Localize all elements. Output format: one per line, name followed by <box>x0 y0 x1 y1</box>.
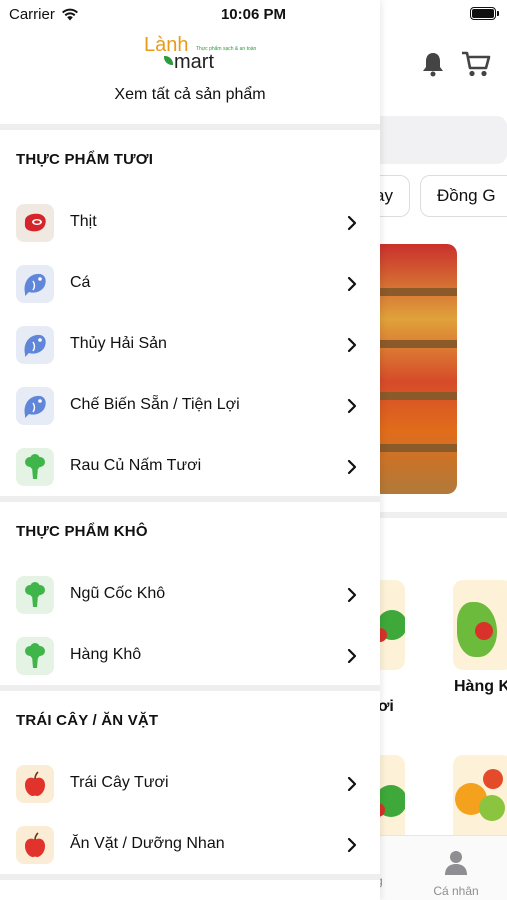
bell-icon[interactable] <box>421 51 445 77</box>
category-item-label: Trái Cây Tươi <box>70 774 169 791</box>
section-divider <box>0 685 380 691</box>
meat-icon <box>16 204 54 242</box>
category-item-seafood[interactable]: Thủy Hải Sản <box>0 318 380 372</box>
section-divider <box>0 496 380 502</box>
person-icon <box>445 851 467 875</box>
category-item-fresh-fruit[interactable]: Trái Cây Tươi <box>0 757 380 811</box>
header-actions <box>421 50 491 78</box>
category-drawer: Lành Thực phẩm sạch & an toàn mart Xem t… <box>0 0 380 900</box>
category-item-dry-grains[interactable]: Ngũ Cốc Khô <box>0 568 380 622</box>
category-item-snacks[interactable]: Ăn Vặt / Dưỡng Nhan <box>0 818 380 872</box>
section-title-fresh-food: THỰC PHẨM TƯƠI <box>16 151 154 168</box>
status-bar: Carrier 10:06 PM <box>0 0 507 30</box>
broccoli-icon <box>16 576 54 614</box>
view-all-products-link[interactable]: Xem tất cả sản phẩm <box>0 86 380 104</box>
category-item-label: Chế Biến Sẵn / Tiện Lợi <box>70 396 240 413</box>
chevron-right-icon <box>347 587 357 603</box>
chevron-right-icon <box>347 398 357 414</box>
category-item-dry-goods[interactable]: Hàng Khô <box>0 629 380 683</box>
cart-icon[interactable] <box>461 50 491 78</box>
apple-icon <box>16 826 54 864</box>
category-item-vegetables[interactable]: Rau Củ Nấm Tươi <box>0 440 380 494</box>
leaf-icon <box>164 56 173 65</box>
chevron-right-icon <box>347 459 357 475</box>
chevron-right-icon <box>347 276 357 292</box>
category-item-label: Hàng Khô <box>70 646 142 663</box>
chevron-right-icon <box>347 837 357 853</box>
category-item-label: Ngũ Cốc Khô <box>70 585 166 602</box>
status-time: 10:06 PM <box>220 6 287 23</box>
chevron-right-icon <box>347 215 357 231</box>
category-tile-label: ơi <box>378 698 394 715</box>
category-tile-image[interactable] <box>453 755 507 845</box>
battery-icon <box>470 7 499 20</box>
section-title-fruit-snacks: TRÁI CÂY / ĂN VẶT <box>16 712 159 729</box>
fish-icon <box>16 265 54 303</box>
category-item-label: Rau Củ Nấm Tươi <box>70 457 202 474</box>
tab-profile[interactable]: Cá nhân <box>426 850 486 898</box>
lanh-mart-logo: Lành Thực phẩm sạch & an toàn mart <box>142 34 256 73</box>
category-item-label: Cá <box>70 274 91 291</box>
category-item-label: Thịt <box>70 213 97 230</box>
category-item-meat[interactable]: Thịt <box>0 196 380 250</box>
category-chip[interactable]: Đồng G <box>420 175 507 217</box>
apple-icon <box>16 765 54 803</box>
category-item-label: Thủy Hải Sản <box>70 335 167 352</box>
fish-icon <box>16 387 54 425</box>
section-title-dry-food: THỰC PHẨM KHÔ <box>16 523 148 540</box>
logo-word-mart: mart <box>174 51 214 73</box>
section-divider <box>0 874 380 880</box>
chip-label: Đồng G <box>437 186 496 205</box>
chevron-right-icon <box>347 337 357 353</box>
broccoli-icon <box>16 448 54 486</box>
category-item-label: Ăn Vặt / Dưỡng Nhan <box>70 835 225 852</box>
tab-profile-label: Cá nhân <box>433 884 479 898</box>
chevron-right-icon <box>347 648 357 664</box>
chevron-right-icon <box>347 776 357 792</box>
section-divider <box>0 124 380 130</box>
drawer-header: Lành Thực phẩm sạch & an toàn mart Xem t… <box>0 30 380 124</box>
fish-icon <box>16 326 54 364</box>
category-tile-label: Hàng K <box>454 678 507 695</box>
broccoli-icon <box>16 637 54 675</box>
category-tile-image[interactable] <box>453 580 507 670</box>
category-item-fish[interactable]: Cá <box>0 257 380 311</box>
category-item-ready-meals[interactable]: Chế Biến Sẵn / Tiện Lợi <box>0 379 380 433</box>
